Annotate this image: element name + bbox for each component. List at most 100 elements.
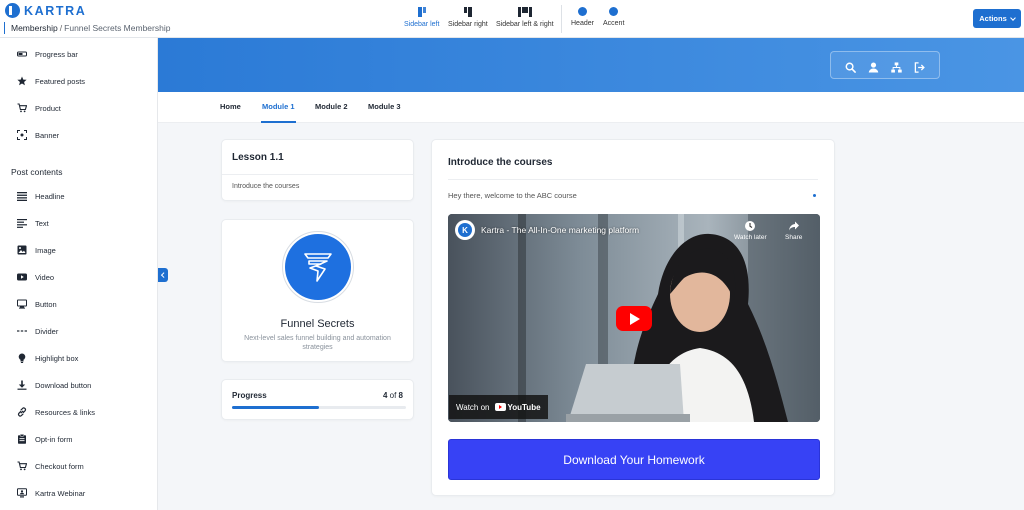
sidebar-right-icon (463, 7, 473, 17)
tab-module-2[interactable]: Module 2 (315, 102, 348, 111)
sidebar-item-label: Resources & links (35, 407, 96, 417)
kartra-logo-icon (5, 3, 20, 18)
funnel-logo-icon (285, 234, 351, 300)
sidebar-item-featured-posts[interactable]: Featured posts (17, 74, 85, 88)
content-card: Introduce the courses Hey there, welcome… (431, 139, 835, 496)
layout-accent-button[interactable]: Accent (603, 7, 624, 27)
progress-of: of (389, 391, 397, 400)
breadcrumb-current: Funnel Secrets Membership (64, 23, 171, 33)
sidebar-item-label: Image (35, 245, 56, 255)
layout-option-label: Accent (603, 20, 625, 27)
actions-button[interactable]: Actions (973, 9, 1021, 28)
layout-sidebar-both-button[interactable]: Sidebar left & right (496, 7, 554, 28)
tab-module-1[interactable]: Module 1 (261, 102, 296, 123)
play-button[interactable] (616, 306, 652, 331)
layout-sidebar-left-button[interactable]: Sidebar left (404, 7, 439, 28)
layout-sidebar-right-button[interactable]: Sidebar right (448, 7, 488, 28)
sidebar-item-kartra-webinar[interactable]: Kartra Webinar (17, 486, 85, 500)
sidebar-item-highlight-box[interactable]: Highlight box (17, 351, 78, 365)
content-title: Introduce the courses (448, 157, 553, 168)
sidebar-item-label: Checkout form (35, 461, 84, 471)
tab-home[interactable]: Home (220, 102, 241, 111)
header-color-dot-icon (577, 7, 587, 16)
youtube-icon (494, 403, 506, 411)
sidebar-item-label: Headline (35, 191, 65, 201)
sidebar-item-label: Progress bar (35, 49, 78, 59)
channel-initial: K (458, 223, 472, 237)
video-header: K Kartra - The All-In-One marketing plat… (455, 220, 639, 240)
progress-count: 4 of 8 (383, 391, 403, 400)
sidebar-item-label: Highlight box (35, 353, 79, 363)
layout-option-label: Header (571, 20, 594, 27)
kartra-logo-text: KARTRA (24, 3, 87, 18)
channel-avatar[interactable]: K (455, 220, 475, 240)
brand-card: Funnel Secrets Next-level sales funnel b… (221, 219, 414, 362)
sidebar-item-download-button[interactable]: Download button (17, 378, 91, 392)
sidebar-item-banner[interactable]: Banner (17, 128, 59, 142)
layout-option-label: Sidebar right (448, 21, 488, 28)
sidebar-item-label: Button (35, 299, 57, 309)
sidebar-item-label: Featured posts (35, 76, 86, 86)
headline-icon (17, 191, 27, 201)
content-subtitle: Hey there, welcome to the ABC course (448, 191, 577, 200)
lesson-subtitle[interactable]: Introduce the courses (232, 183, 299, 190)
sidebar-item-image[interactable]: Image (17, 243, 56, 257)
share-button[interactable]: Share (785, 220, 802, 241)
lightbulb-icon (17, 353, 27, 363)
sidebar-item-text[interactable]: Text (17, 216, 49, 230)
sidebar-item-checkout-form[interactable]: Checkout form (17, 459, 84, 473)
sidebar-item-progress-bar[interactable]: Progress bar (17, 47, 78, 61)
sidebar-item-resources-links[interactable]: Resources & links (17, 405, 95, 419)
download-homework-button[interactable]: Download Your Homework (448, 439, 820, 480)
sidebar-item-opt-in-form[interactable]: Opt-in form (17, 432, 73, 446)
lesson-title: Lesson 1.1 (232, 152, 284, 163)
video-player[interactable]: K Kartra - The All-In-One marketing plat… (448, 214, 820, 422)
lesson-card: Lesson 1.1 Introduce the courses (221, 139, 414, 201)
sidebar-item-label: Text (35, 218, 49, 228)
tab-module-3[interactable]: Module 3 (368, 102, 401, 111)
header-tools (830, 51, 940, 79)
sidebar-item-label: Divider (35, 326, 59, 336)
sidebar-collapse-button[interactable] (158, 268, 168, 282)
sidebar-item-button[interactable]: Button (17, 297, 57, 311)
lesson-divider (222, 174, 413, 175)
brand-name: Funnel Secrets (280, 318, 355, 330)
sidebar-item-divider[interactable]: Divider (17, 324, 58, 338)
progress-card: Progress 4 of 8 (221, 379, 414, 420)
bullet-dot (813, 194, 816, 197)
cart-icon (17, 461, 27, 471)
progress-bar-icon (17, 49, 27, 59)
clock-icon (745, 221, 756, 231)
text-icon (17, 218, 27, 228)
play-icon (630, 312, 640, 325)
webinar-icon (17, 488, 27, 498)
share-icon (788, 221, 799, 231)
progress-track (232, 406, 406, 409)
layout-header-button[interactable]: Header (571, 7, 594, 27)
search-icon[interactable] (845, 60, 856, 73)
sitemap-icon[interactable] (891, 60, 902, 73)
breadcrumb-root[interactable]: Membership (11, 23, 58, 33)
brand-description: Next-level sales funnel building and aut… (244, 335, 391, 351)
clipboard-icon (17, 434, 27, 444)
chevron-left-icon (161, 272, 167, 278)
watch-on-youtube-button[interactable]: Watch on YouTube (449, 395, 548, 419)
sidebar-section-title: Post contents (11, 167, 63, 177)
sidebar-item-label: Kartra Webinar (35, 488, 86, 498)
sidebar-left-icon (417, 7, 427, 17)
sidebar-both-icon (517, 7, 532, 17)
logout-icon[interactable] (914, 60, 925, 73)
sidebar-item-product[interactable]: Product (17, 101, 61, 115)
youtube-wordmark: YouTube (507, 402, 541, 412)
user-icon[interactable] (868, 60, 879, 73)
sidebar-item-label: Product (35, 103, 61, 113)
sidebar-item-headline[interactable]: Headline (17, 189, 65, 203)
kartra-logo[interactable]: KARTRA (5, 3, 86, 18)
button-icon (17, 299, 27, 309)
sidebar: Progress bar Featured posts Product Bann… (0, 38, 158, 510)
watch-later-button[interactable]: Watch later (734, 220, 767, 241)
video-title[interactable]: Kartra - The All-In-One marketing platfo… (481, 225, 639, 235)
sidebar-item-video[interactable]: Video (17, 270, 54, 284)
layout-option-label: Sidebar left (404, 21, 440, 28)
sidebar-item-label: Banner (35, 130, 60, 140)
